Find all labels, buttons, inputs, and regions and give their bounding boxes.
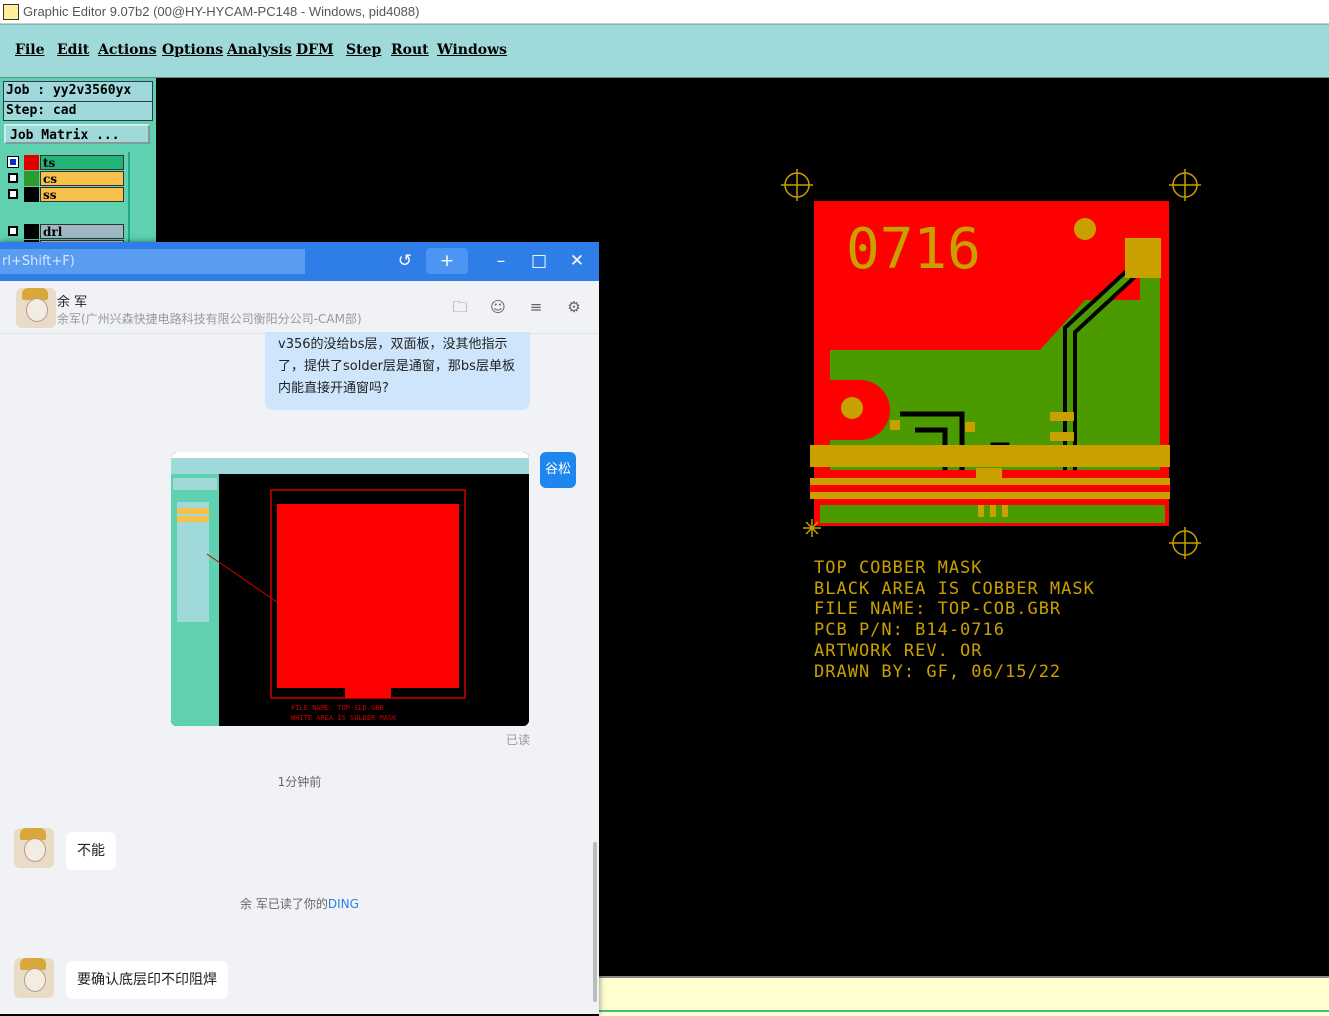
menu-file[interactable]: File [15,42,44,58]
gear-icon[interactable]: ⚙ [564,297,584,317]
history-icon[interactable]: ↺ [391,248,419,274]
menu-bar: File Edit Actions Options Analysis DFM S… [0,24,1329,79]
layer-name[interactable]: drl [40,224,124,239]
corner-target-br [1169,527,1201,559]
my-message-bubble[interactable]: v356的没给bs层，双面板，没其他指示了，提供了solder层是通窗，那bs层… [265,332,530,410]
chat-header: 余 军 余军(广州兴森快捷电路科技有限公司衡阳分公司-CAM部) 🗀 ☺ ≡ ⚙ [0,281,599,334]
layer-row-cs[interactable]: cs [4,171,126,187]
app-icon [3,4,19,20]
job-info: Job : yy2v3560yx Step: cad [3,81,153,121]
chat-scrollbar[interactable] [593,842,597,1002]
corner-target-tl [781,169,813,201]
contact-org: 余军(广州兴森快捷电路科技有限公司衡阳分公司-CAM部) [57,312,362,326]
layer-row-ss[interactable]: ss [4,187,126,203]
maximize-icon[interactable]: □ [525,248,553,274]
minimize-icon[interactable]: – [487,248,515,274]
layer-list: ts cs ss drl rout [4,155,126,256]
pcb-note-line: BLACK AREA IS COBBER MASK [814,579,1095,599]
close-icon[interactable]: ✕ [563,248,591,274]
window-title: Graphic Editor 9.07b2 (00@HY-HYCAM-PC148… [23,4,420,19]
svg-text:FILE NAME: TOP-SLD.GBR: FILE NAME: TOP-SLD.GBR [291,704,385,712]
layer-checkbox[interactable] [8,189,18,199]
ding-link[interactable]: DING [328,897,359,911]
message-timestamp: 1分钟前 [277,775,322,789]
add-person-icon[interactable]: ☺ [488,297,508,317]
menu-windows[interactable]: Windows [437,42,507,58]
layer-panel: Job : yy2v3560yx Step: cad Job Matrix ..… [0,78,156,255]
layer-color-swatch [24,224,39,239]
pcb-note-line: ARTWORK REV. OR [814,641,983,661]
contact-avatar[interactable] [14,828,54,868]
layer-name[interactable]: ts [40,155,124,170]
layer-checkbox[interactable] [7,156,19,168]
layer-name[interactable]: ss [40,187,124,202]
layer-checkbox[interactable] [8,173,18,183]
contact-avatar[interactable] [16,288,56,328]
layer-checkbox[interactable] [8,226,18,236]
search-history-icon[interactable]: ≡ [526,297,546,317]
layer-row-drl[interactable]: drl [4,224,126,240]
corner-target-tr [1169,169,1201,201]
pcb-note-line: PCB P/N: B14-0716 [814,620,1005,640]
menu-analysis[interactable]: Analysis [227,42,292,58]
reply-bubble[interactable]: 不能 [66,832,116,870]
pcb-note-line: FILE NAME: TOP-COB.GBR [814,599,1062,619]
layer-name[interactable]: cs [40,171,124,186]
board-number: 0716 [846,217,981,282]
my-avatar[interactable]: 谷松 [540,452,576,488]
menu-edit[interactable]: Edit [57,42,89,58]
ding-text: 余 军已读了你的 [240,897,328,911]
screenshot-thumbnail: FILE NAME: TOP-SLD.GBR WHITE AREA IS SOL… [171,452,529,726]
layer-color-swatch [24,187,39,202]
read-receipt: 已读 [506,733,531,747]
status-bar [599,976,1329,1016]
search-input[interactable]: rl+Shift+F) [0,249,305,274]
image-message[interactable]: FILE NAME: TOP-SLD.GBR WHITE AREA IS SOL… [171,452,529,726]
chat-toolbar: rl+Shift+F) ↺ + – □ ✕ [0,242,599,281]
svg-text:WHITE AREA IS SOLDER MASK: WHITE AREA IS SOLDER MASK [291,714,397,722]
contact-avatar[interactable] [14,958,54,998]
reply-bubble[interactable]: 要确认底层印不印阻焊 [66,961,228,999]
step-name: Step: cad [6,103,77,118]
layer-color-swatch [24,171,39,186]
menu-rout[interactable]: Rout [391,42,429,58]
job-matrix-button[interactable]: Job Matrix ... [4,124,150,144]
ding-notice: 余 军已读了你的DING [0,895,599,912]
menu-actions[interactable]: Actions [98,42,157,58]
folder-icon[interactable]: 🗀 [450,297,470,317]
add-button[interactable]: + [426,248,468,274]
contact-name[interactable]: 余 军 [57,291,87,310]
window-titlebar: Graphic Editor 9.07b2 (00@HY-HYCAM-PC148… [0,0,1329,24]
menu-options[interactable]: Options [162,42,223,58]
pcb-note-line: DRAWN BY: GF, 06/15/22 [814,662,1062,682]
menu-step[interactable]: Step [346,42,381,58]
job-name: Job : yy2v3560yx [4,82,152,102]
pcb-note-line: TOP COBBER MASK [814,558,983,578]
menu-dfm[interactable]: DFM [296,42,334,58]
layer-row-ts[interactable]: ts [4,155,126,171]
layer-scrollbar[interactable] [128,152,156,248]
layer-color-swatch [24,155,39,170]
chat-window: rl+Shift+F) ↺ + – □ ✕ 余 军 余军(广州兴森快捷电路科技有… [0,242,599,1014]
